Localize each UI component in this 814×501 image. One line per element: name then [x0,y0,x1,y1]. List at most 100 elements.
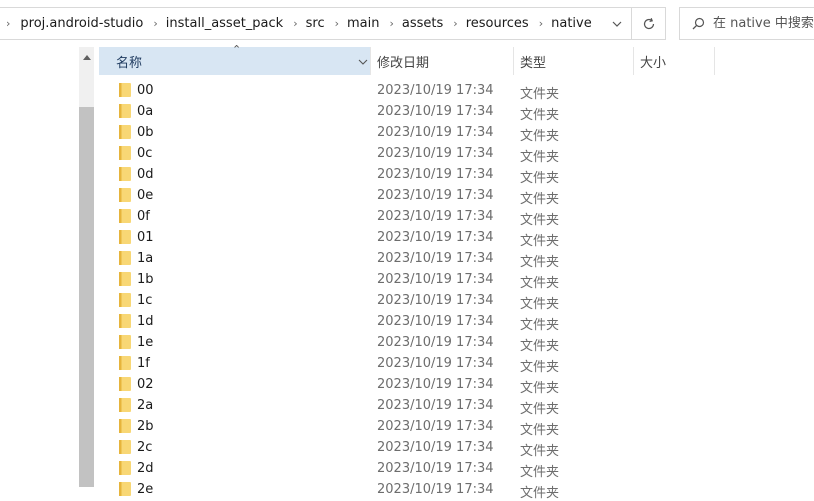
file-name: 0d [137,167,154,182]
table-row[interactable]: 0d 2023/10/19 17:34 文件夹 [99,164,799,186]
sort-ascending-icon: ⌃ [232,43,242,56]
refresh-button[interactable] [631,8,665,39]
column-filter-dropdown[interactable] [358,54,368,69]
modified-date: 2023/10/19 17:34 [377,251,494,266]
file-list: 00 2023/10/19 17:34 文件夹 0a 2023/10/19 17:34 文… [99,80,799,501]
table-row[interactable]: 1e 2023/10/19 17:34 文件夹 [99,332,799,354]
file-type: 文件夹 [520,192,560,207]
table-row[interactable]: 1b 2023/10/19 17:34 文件夹 [99,269,799,291]
breadcrumb-item[interactable]: native [551,8,592,39]
breadcrumb-item-label: assets [401,16,444,31]
file-name: 1c [137,293,153,308]
table-row[interactable]: 01 2023/10/19 17:34 文件夹 [99,227,799,249]
chevron-right-icon[interactable]: › [325,17,347,30]
folder-icon [119,482,131,496]
column-header-name[interactable]: ⌃ 名称 [99,43,371,75]
search-input[interactable] [713,16,814,31]
file-type: 文件夹 [520,297,560,312]
table-row[interactable]: 2a 2023/10/19 17:34 文件夹 [99,395,799,417]
refresh-icon [643,17,654,29]
modified-date: 2023/10/19 17:34 [377,440,494,455]
modified-date: 2023/10/19 17:34 [377,104,494,119]
folder-icon [119,83,131,97]
folder-icon [119,398,131,412]
table-row[interactable]: 2c 2023/10/19 17:34 文件夹 [99,437,799,459]
column-header-type[interactable]: 类型 [514,47,634,75]
file-type: 文件夹 [520,108,560,123]
breadcrumb-item[interactable]: install_asset_pack [166,8,283,39]
chevron-right-icon[interactable]: › [379,17,401,30]
breadcrumb-item[interactable]: main [347,8,379,39]
file-type: 文件夹 [520,276,560,291]
column-header-type-label: 类型 [520,55,547,71]
folder-icon [119,356,131,370]
column-header-date-label: 修改日期 [377,55,430,71]
address-bar[interactable]: › proj.android-studio › install_asset_pack… [0,7,666,40]
file-type: 文件夹 [520,423,560,438]
breadcrumb-item-label: install_asset_pack [165,16,284,31]
modified-date: 2023/10/19 17:34 [377,293,494,308]
modified-date: 2023/10/19 17:34 [377,209,494,224]
chevron-down-icon [358,59,368,65]
folder-icon [119,461,131,475]
column-header-date[interactable]: 修改日期 [371,47,514,75]
breadcrumb-item[interactable]: src [306,8,325,39]
file-name: 0c [137,146,153,161]
file-name: 1f [137,356,150,371]
column-header-size[interactable]: 大小 [634,47,715,75]
folder-icon [119,209,131,223]
table-row[interactable]: 1f 2023/10/19 17:34 文件夹 [99,353,799,375]
folder-icon [119,125,131,139]
chevron-right-icon[interactable]: › [529,17,551,30]
table-row[interactable]: 1c 2023/10/19 17:34 文件夹 [99,290,799,312]
chevron-right-icon[interactable]: › [143,17,165,30]
modified-date: 2023/10/19 17:34 [377,482,494,497]
table-row[interactable]: 0a 2023/10/19 17:34 文件夹 [99,101,799,123]
breadcrumb-item[interactable]: proj.android-studio [20,8,143,39]
file-type: 文件夹 [520,213,560,228]
breadcrumb-item-label: src [305,16,325,31]
table-row[interactable]: 02 2023/10/19 17:34 文件夹 [99,374,799,396]
file-type: 文件夹 [520,255,560,270]
file-type: 文件夹 [520,318,560,333]
folder-icon [119,230,131,244]
scroll-up-button[interactable] [79,47,94,67]
file-name: 1a [137,251,154,266]
table-row[interactable]: 1d 2023/10/19 17:34 文件夹 [99,311,799,333]
navigation-pane-scrollbar[interactable] [79,47,94,487]
folder-icon [119,146,131,160]
scroll-thumb[interactable] [79,107,94,487]
chevron-right-icon[interactable]: › [283,17,305,30]
file-name: 01 [137,230,154,245]
address-history-dropdown[interactable] [602,8,632,39]
folder-icon [119,293,131,307]
table-row[interactable]: 0f 2023/10/19 17:34 文件夹 [99,206,799,228]
file-name: 2b [137,419,154,434]
table-row[interactable]: 0c 2023/10/19 17:34 文件夹 [99,143,799,165]
column-header-size-label: 大小 [640,55,667,71]
file-type: 文件夹 [520,87,560,102]
search-box[interactable] [679,7,814,40]
table-row[interactable]: 00 2023/10/19 17:34 文件夹 [99,80,799,102]
table-row[interactable]: 2b 2023/10/19 17:34 文件夹 [99,416,799,438]
table-row[interactable]: 2d 2023/10/19 17:34 文件夹 [99,458,799,480]
table-row[interactable]: 1a 2023/10/19 17:34 文件夹 [99,248,799,270]
breadcrumb-item[interactable]: resources [466,8,529,39]
breadcrumb-item-label: native [551,16,592,31]
file-type: 文件夹 [520,339,560,354]
table-row[interactable]: 0e 2023/10/19 17:34 文件夹 [99,185,799,207]
table-row[interactable]: 2e 2023/10/19 17:34 文件夹 [99,479,799,501]
modified-date: 2023/10/19 17:34 [377,461,494,476]
modified-date: 2023/10/19 17:34 [377,167,494,182]
file-type: 文件夹 [520,150,560,165]
chevron-down-icon [612,21,622,27]
modified-date: 2023/10/19 17:34 [377,230,494,245]
chevron-right-icon[interactable]: › [0,17,20,30]
breadcrumb-item[interactable]: assets [402,8,443,39]
file-type: 文件夹 [520,360,560,375]
chevron-right-icon[interactable]: › [443,17,465,30]
table-row[interactable]: 0b 2023/10/19 17:34 文件夹 [99,122,799,144]
modified-date: 2023/10/19 17:34 [377,335,494,350]
folder-icon [119,419,131,433]
folder-icon [119,335,131,349]
